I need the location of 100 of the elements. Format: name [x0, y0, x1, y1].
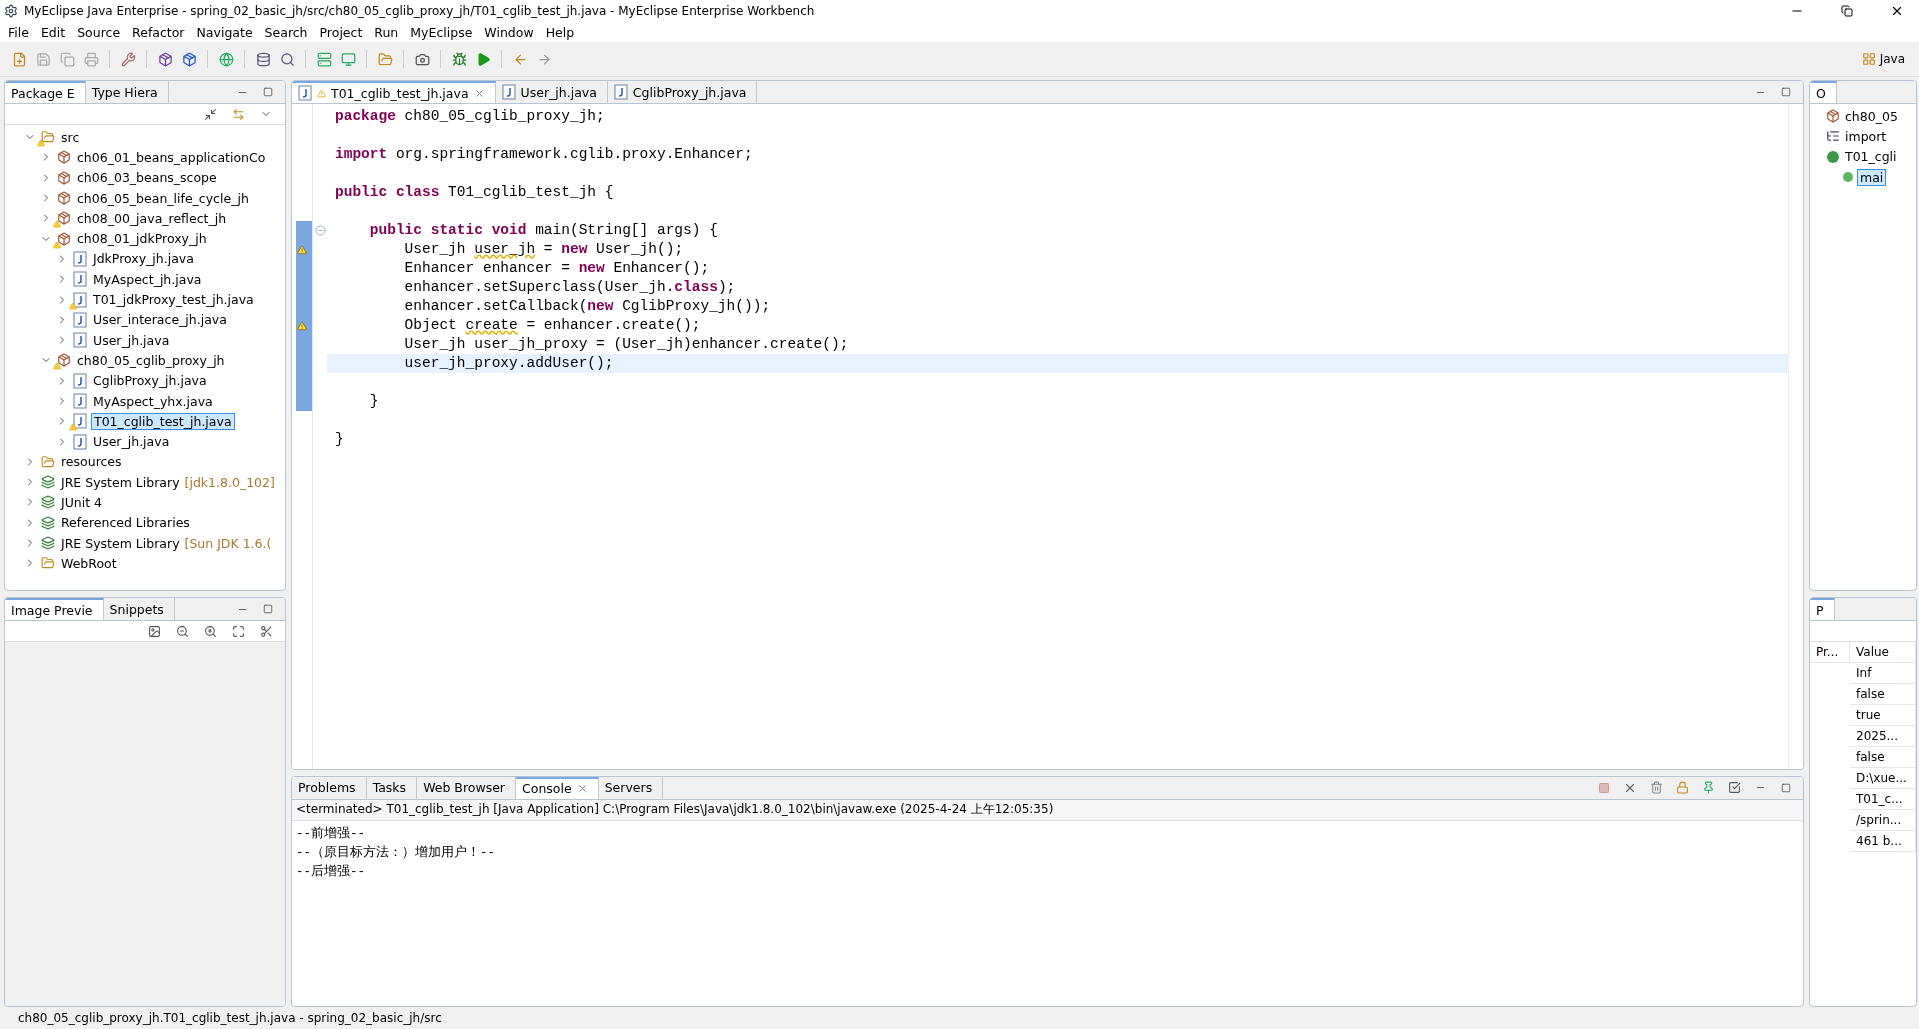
menu-item[interactable]: Run [368, 24, 405, 40]
folder-icon [41, 556, 55, 571]
menu-item[interactable]: Refactor [126, 24, 191, 40]
maximize-icon[interactable] [263, 604, 273, 615]
tree-item[interactable]: WebRoot [59, 555, 119, 571]
outline-item[interactable]: T01_cgli [1843, 149, 1899, 165]
console-line: --（原目标方法：）增加用户！-- [296, 844, 496, 862]
bug-icon[interactable] [451, 51, 467, 67]
tree-item[interactable]: JRE System Library [59, 535, 182, 551]
back-icon[interactable] [512, 51, 528, 67]
tree-item[interactable]: CglibProxy_jh.java [91, 373, 209, 389]
camera-icon[interactable] [414, 51, 430, 67]
zoom-in-icon[interactable] [203, 624, 217, 638]
library-icon [41, 536, 55, 551]
maximize-icon[interactable] [263, 87, 273, 97]
code-line: Object create = enhancer.create(); [403, 316, 702, 335]
zoom-out-icon[interactable] [175, 624, 189, 638]
tree-item[interactable]: JUnit 4 [59, 495, 105, 510]
menu-item[interactable]: File [2, 24, 35, 40]
outline-item[interactable]: import [1843, 128, 1889, 144]
java-perspective-button[interactable]: Java [1855, 51, 1911, 67]
database-icon[interactable] [255, 51, 271, 67]
image-icon[interactable] [147, 624, 161, 638]
scissors-icon[interactable] [259, 624, 273, 638]
outline-item[interactable]: ch80_05 [1843, 108, 1900, 124]
table-cell: 461 b... [1850, 831, 1916, 853]
tree-item[interactable]: JdkProxy_jh.java [91, 251, 196, 267]
tree-item[interactable]: T01_cglib_test_jh.java [91, 412, 235, 430]
tree-item[interactable]: ch06_03_beans_scope [75, 170, 219, 186]
tree-item[interactable]: src [59, 129, 82, 145]
menu-item[interactable]: Help [539, 24, 581, 40]
tree-item[interactable]: User_jh.java [91, 332, 172, 348]
tree-item[interactable]: MyAspect_yhx.java [91, 393, 215, 409]
menu-item[interactable]: Project [313, 24, 369, 40]
copy-icon[interactable] [59, 51, 75, 67]
tree-item[interactable]: resources [59, 454, 124, 470]
menu-item[interactable]: MyEclipse [404, 24, 479, 40]
package-icon[interactable] [157, 51, 173, 67]
library-icon [41, 495, 55, 510]
maximize-icon[interactable] [1781, 782, 1791, 793]
code-line: Enhancer enhancer = new Enhancer(); [403, 259, 711, 278]
tree-item[interactable]: User_interace_jh.java [91, 312, 229, 328]
menu-item[interactable]: Window [478, 24, 540, 40]
new-file-icon[interactable] [11, 51, 27, 67]
view-tab[interactable]: Package E [5, 81, 86, 103]
java-file-icon [73, 372, 87, 389]
code-line: enhancer.setCallback(new CglibProxy_jh()); [403, 297, 772, 316]
wrench-icon[interactable] [120, 51, 136, 67]
maximize-icon[interactable] [1781, 87, 1791, 97]
outline-item[interactable]: mai [1857, 168, 1887, 186]
tree-item[interactable]: MyAspect_jh.java [91, 271, 204, 287]
forward-icon[interactable] [536, 51, 552, 67]
menu-item[interactable]: Source [71, 24, 127, 40]
view-tab[interactable]: O [1810, 81, 1837, 103]
checklist-icon[interactable] [1727, 781, 1741, 795]
tree-item[interactable]: User_jh.java [91, 434, 172, 450]
java-file-icon [73, 393, 87, 409]
cube-icon[interactable] [181, 51, 197, 67]
code-line: package ch80_05_cglib_proxy_jh; [334, 107, 606, 126]
search-icon[interactable] [279, 51, 295, 67]
menu-item[interactable]: Edit [34, 24, 72, 40]
close-icon[interactable] [1890, 4, 1904, 18]
monitor-icon[interactable] [340, 51, 356, 67]
remove-all-icon[interactable] [1649, 781, 1663, 795]
tree-item[interactable]: ch06_05_bean_life_cycle_jh [75, 190, 251, 206]
server-icon[interactable] [316, 51, 332, 67]
package-icon [57, 170, 71, 185]
class-icon [1826, 149, 1840, 164]
view-tab[interactable]: Problems [292, 776, 367, 799]
tree-item[interactable]: ch08_00_java_reflect_jh [75, 210, 229, 226]
stop-icon[interactable] [1598, 781, 1610, 794]
method-icon [1842, 171, 1854, 184]
view-tab[interactable]: Console [516, 776, 599, 799]
tree-item[interactable]: ch80_05_cglib_proxy_jh [75, 352, 227, 368]
save-icon[interactable] [35, 51, 51, 67]
restore-icon[interactable] [1841, 5, 1853, 17]
tree-item[interactable]: JRE System Library [59, 474, 182, 490]
package-icon [57, 353, 71, 368]
pin-icon[interactable] [1701, 781, 1715, 795]
java-file-icon [73, 332, 87, 349]
print-icon[interactable] [83, 51, 99, 67]
view-tab[interactable]: Image Previe [5, 598, 104, 621]
run-icon[interactable] [475, 51, 491, 67]
link-editor-icon[interactable] [231, 107, 245, 121]
fit-icon[interactable] [231, 624, 245, 638]
tree-item[interactable]: ch06_01_beans_applicationCo [75, 149, 268, 165]
menu-item[interactable]: Search [258, 24, 314, 40]
table-cell: false [1850, 684, 1916, 706]
globe-icon[interactable] [218, 51, 234, 67]
collapse-all-icon[interactable] [203, 107, 217, 121]
lock-icon[interactable] [1675, 781, 1689, 795]
tree-item[interactable]: Referenced Libraries [59, 515, 192, 531]
folder-icon[interactable] [377, 51, 393, 67]
fold-icon[interactable] [314, 225, 326, 236]
editor-tab[interactable]: T01_cglib_test_jh.java [292, 81, 496, 103]
view-tab[interactable]: P [1810, 598, 1835, 621]
tree-item[interactable]: T01_jdkProxy_test_jh.java [91, 292, 256, 307]
library-icon [41, 475, 55, 490]
tree-item[interactable]: ch08_01_jdkProxy_jh [75, 231, 209, 247]
menu-item[interactable]: Navigate [190, 24, 259, 40]
